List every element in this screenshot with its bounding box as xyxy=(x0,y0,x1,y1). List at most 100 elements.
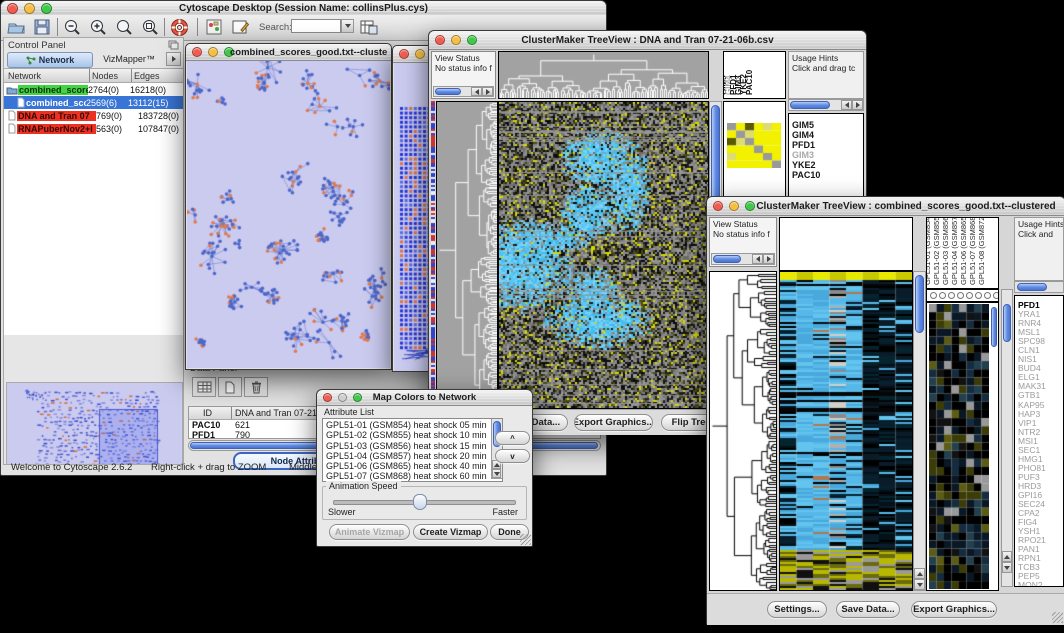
scroll-down-arrow[interactable] xyxy=(1002,562,1012,573)
row-value[interactable]: 621 xyxy=(235,420,250,430)
animate-vizmap-button[interactable]: Animate Vizmap xyxy=(329,524,410,540)
resize-grip[interactable] xyxy=(520,534,531,545)
column-label[interactable]: PAC10 xyxy=(745,70,754,95)
column-label[interactable]: GPL51-07 (GSM868) xyxy=(968,217,977,285)
network-window-titlebar[interactable]: combined_scores_good.txt--cluste... xyxy=(186,44,391,61)
tab-overflow-arrow[interactable] xyxy=(166,52,181,66)
zoom-in-icon[interactable] xyxy=(89,18,107,36)
treeview1-usage-hscrollbar[interactable] xyxy=(788,99,864,111)
view-status-hscrollbar[interactable] xyxy=(711,253,775,265)
scrollbar-thumb[interactable] xyxy=(713,255,741,263)
network-view-canvas[interactable] xyxy=(187,61,390,368)
new-attribute-icon[interactable] xyxy=(218,377,242,397)
zoom-out-icon[interactable] xyxy=(63,18,81,36)
attribute-item[interactable]: GPL51-03 (GSM856) heat shock 15 min xyxy=(323,441,502,451)
col-header-edges[interactable]: Edges xyxy=(134,71,160,81)
view-status-hscrollbar[interactable] xyxy=(433,86,494,97)
attribute-item[interactable]: GPL51-02 (GSM855) heat shock 10 min xyxy=(323,430,502,440)
scroll-left-arrow[interactable] xyxy=(841,100,852,110)
network-row[interactable]: RNAPuberNov2+I 563(0) 107847(0) xyxy=(4,122,183,135)
treeview2-genelist-vscrollbar[interactable] xyxy=(1001,289,1013,587)
zoom-fit-icon[interactable] xyxy=(141,18,159,36)
treeview2-column-dendrogram[interactable] xyxy=(779,217,913,271)
delete-attribute-icon[interactable] xyxy=(244,377,268,397)
tab-vizmapper[interactable]: VizMapper™ xyxy=(94,52,164,66)
edit-network-icon[interactable] xyxy=(231,18,250,36)
move-down-button[interactable]: v xyxy=(495,449,530,463)
zoom-selected-icon[interactable] xyxy=(115,18,133,36)
treeview2-zoom-heatmap[interactable] xyxy=(929,304,989,589)
minimize-icon[interactable] xyxy=(729,201,739,211)
network-row[interactable]: combined_scores 2764(0) 16218(0) xyxy=(4,83,183,96)
attribute-listbox[interactable]: GPL51-01 (GSM854) heat shock 05 minGPL51… xyxy=(322,418,503,482)
gene-label[interactable]: PAC10 xyxy=(789,170,863,180)
help-lifesaver-icon[interactable] xyxy=(170,18,189,37)
row-value[interactable]: 790 xyxy=(235,430,250,439)
treeview2-titlebar[interactable]: ClusterMaker TreeView : combined_scores_… xyxy=(707,197,1064,216)
treeview2-heatmap[interactable] xyxy=(779,271,913,591)
move-up-button[interactable]: ^ xyxy=(495,431,530,445)
scroll-right-arrow[interactable] xyxy=(763,254,774,264)
open-folder-icon[interactable] xyxy=(7,18,26,36)
gene-label[interactable]: GIM5 xyxy=(789,120,863,130)
gene-label[interactable]: GIM3 xyxy=(789,150,863,160)
attribute-item[interactable]: GPL51-01 (GSM854) heat shock 05 min xyxy=(323,420,502,430)
treeview2-vscrollbar[interactable] xyxy=(913,271,926,591)
attribute-item[interactable]: GPL51-06 (GSM865) heat shock 40 min xyxy=(323,461,502,471)
gene-label[interactable]: MON2 xyxy=(1015,581,1063,587)
minimize-icon[interactable] xyxy=(415,49,425,59)
attribute-table-icon[interactable] xyxy=(359,18,378,36)
treeview1-heatmap[interactable] xyxy=(498,101,709,409)
column-label[interactable]: GPL51-06 (GSM865) xyxy=(959,217,968,285)
gene-label[interactable]: PFD1 xyxy=(789,140,863,150)
column-label[interactable]: GPL51-08 (GSM872) xyxy=(977,217,986,285)
column-label[interactable]: GPL51-02 (GSM855) xyxy=(932,217,941,285)
save-icon[interactable] xyxy=(33,18,51,36)
close-icon[interactable] xyxy=(399,49,409,59)
animation-slider-thumb[interactable] xyxy=(413,494,427,510)
float-panel-icon[interactable] xyxy=(168,40,179,50)
table-grid-icon[interactable] xyxy=(192,377,216,397)
scroll-up-arrow[interactable] xyxy=(914,568,925,579)
data-col-id[interactable]: ID xyxy=(203,408,212,418)
treeview1-row-dendrogram[interactable] xyxy=(436,101,498,409)
minimize-icon[interactable] xyxy=(208,47,218,57)
network-overview-canvas[interactable] xyxy=(7,383,180,465)
scrollbar-thumb[interactable] xyxy=(790,101,830,109)
gene-label[interactable]: YKE2 xyxy=(789,160,863,170)
export-graphics-button[interactable]: Export Graphics... xyxy=(911,601,997,618)
dialog-titlebar[interactable]: Map Colors to Network xyxy=(317,390,532,406)
treeview2-row-dendrogram[interactable] xyxy=(709,271,777,591)
search-dropdown-icon[interactable] xyxy=(341,19,354,33)
export-graphics-button[interactable]: Export Graphics... xyxy=(574,414,653,431)
scroll-down-arrow[interactable] xyxy=(492,469,501,478)
close-icon[interactable] xyxy=(192,47,202,57)
create-vizmap-button[interactable]: Create Vizmap xyxy=(413,524,488,540)
row-id[interactable]: PFD1 xyxy=(192,430,215,439)
close-icon[interactable] xyxy=(713,201,723,211)
attribute-item[interactable]: GPL51-04 (GSM857) heat shock 20 min xyxy=(323,451,502,461)
treeview1-zoom-heatmap[interactable] xyxy=(727,123,781,168)
scroll-left-arrow[interactable] xyxy=(471,87,482,96)
scroll-down-arrow[interactable] xyxy=(914,579,925,590)
zoom-scroll-thumb[interactable] xyxy=(991,307,997,347)
scrollbar-thumb[interactable] xyxy=(1017,283,1047,291)
main-titlebar[interactable]: Cytoscape Desktop (Session Name: collins… xyxy=(1,1,606,16)
network-row-selected[interactable]: combined_sco 2569(6) 13112(15) xyxy=(4,96,183,109)
scrollbar-thumb[interactable] xyxy=(915,275,924,333)
network-row[interactable]: DNA and Tran 07 769(0) 183728(0) xyxy=(4,109,183,122)
resize-grip[interactable] xyxy=(1052,612,1063,623)
gene-label[interactable]: GIM4 xyxy=(789,130,863,140)
settings-button[interactable]: Settings... xyxy=(767,601,827,618)
treeview1-titlebar[interactable]: ClusterMaker TreeView : DNA and Tran 07-… xyxy=(429,31,866,50)
annotation-icon[interactable] xyxy=(205,18,223,36)
tab-network[interactable]: Network xyxy=(7,52,93,68)
scrollbar-thumb[interactable] xyxy=(435,88,461,95)
save-data-button[interactable]: Save Data... xyxy=(836,601,900,618)
scroll-right-arrow[interactable] xyxy=(852,100,863,110)
col-header-network[interactable]: Network xyxy=(8,71,41,81)
column-label[interactable]: GPL51-03 (GSM856) xyxy=(941,217,950,285)
scroll-up-arrow[interactable] xyxy=(1002,551,1012,562)
scrollbar-thumb[interactable] xyxy=(1003,304,1011,342)
row-id[interactable]: PAC10 xyxy=(192,420,220,430)
